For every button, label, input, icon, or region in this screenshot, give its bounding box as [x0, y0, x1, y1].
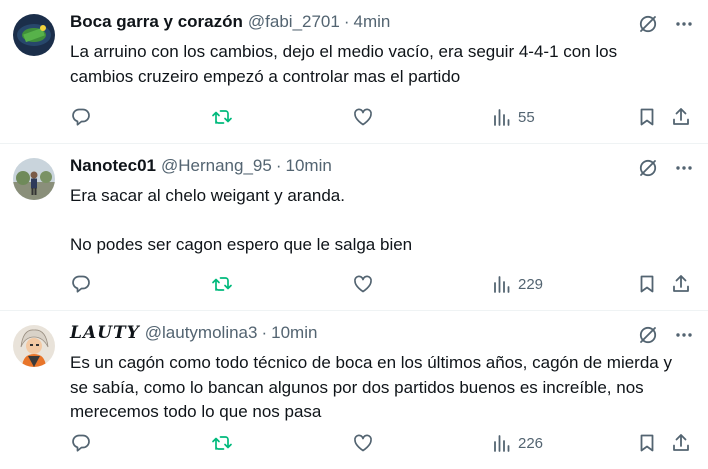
tweet[interactable]: Boca garra y corazón @fabi_2701 · 4min L…: [0, 0, 708, 144]
tweet-paragraph: Es un cagón como todo técnico de boca en…: [70, 353, 672, 421]
tweet-header: LAUTY @lautymolina3 · 10min: [70, 323, 692, 351]
tweet-header: Boca garra y corazón @fabi_2701 · 4min: [70, 12, 692, 40]
tweet-paragraph: No podes ser cagon espero que le salga b…: [70, 234, 413, 254]
views-count: 229: [518, 275, 544, 293]
like-button[interactable]: [352, 432, 374, 454]
reply-button[interactable]: [70, 273, 92, 295]
heart-icon: [354, 434, 372, 452]
retweet-icon: [212, 110, 232, 124]
action-bar: 229: [70, 272, 692, 296]
reply-icon: [72, 434, 90, 452]
share-button[interactable]: [670, 273, 692, 295]
retweet-icon: [212, 277, 232, 291]
bookmark-icon: [640, 434, 654, 452]
bookmark-icon: [640, 275, 654, 293]
separator-dot: ·: [261, 323, 268, 342]
separator-dot: ·: [275, 156, 282, 175]
separator-dot: ·: [343, 12, 350, 31]
retweet-button[interactable]: [211, 106, 233, 128]
tweet-paragraph: Era sacar al chelo weigant y aranda.: [70, 186, 345, 205]
views-count: 55: [518, 108, 535, 126]
user-handle[interactable]: @Hernang_95: [161, 156, 272, 176]
timestamp[interactable]: 10min: [271, 323, 317, 343]
reply-button[interactable]: [70, 432, 92, 454]
tweet-top-icons: [638, 158, 694, 183]
more-dots-icon[interactable]: [674, 14, 694, 39]
views-bar-chart-icon: [494, 109, 510, 126]
retweet-icon: [212, 436, 232, 450]
grok-slash-icon[interactable]: [638, 158, 658, 183]
tweet[interactable]: Nanotec01 @Hernang_95 · 10min Era sacar …: [0, 144, 708, 311]
grok-slash-icon[interactable]: [638, 14, 658, 39]
retweet-button[interactable]: [211, 273, 233, 295]
tweet-text: La arruino con los cambios, dejo el medi…: [70, 40, 692, 89]
reply-feed: Boca garra y corazón @fabi_2701 · 4min L…: [0, 0, 708, 469]
views-button[interactable]: 229: [492, 274, 543, 294]
heart-icon: [354, 275, 372, 293]
tweet-top-icons: [638, 14, 694, 39]
share-icon: [673, 108, 689, 125]
action-bar: 226: [70, 431, 692, 455]
tweet-header: Nanotec01 @Hernang_95 · 10min: [70, 156, 692, 184]
timestamp[interactable]: 4min: [354, 12, 391, 32]
grok-slash-icon[interactable]: [638, 325, 658, 350]
tweet-paragraph: La arruino con los cambios, dejo el medi…: [70, 42, 618, 86]
bookmark-button[interactable]: [636, 106, 658, 128]
bookmark-button[interactable]: [636, 432, 658, 454]
more-dots-icon[interactable]: [674, 325, 694, 350]
more-dots-icon[interactable]: [674, 158, 694, 183]
reply-icon: [72, 108, 90, 126]
share-icon: [673, 434, 689, 451]
user-handle[interactable]: @lautymolina3: [145, 323, 258, 343]
timestamp[interactable]: 10min: [286, 156, 332, 176]
user-handle[interactable]: @fabi_2701: [248, 12, 340, 32]
views-count: 226: [518, 434, 544, 452]
views-button[interactable]: 55: [492, 107, 535, 127]
action-bar: 55: [70, 105, 692, 129]
like-button[interactable]: [352, 273, 374, 295]
tweet[interactable]: LAUTY @lautymolina3 · 10min Es un cagón …: [0, 311, 708, 469]
bookmark-button[interactable]: [636, 273, 658, 295]
avatar[interactable]: [13, 325, 55, 367]
display-name[interactable]: LAUTY: [70, 323, 140, 343]
tweet-text: Era sacar al chelo weigant y aranda. No …: [70, 184, 692, 257]
reply-button[interactable]: [70, 106, 92, 128]
views-button[interactable]: 226: [492, 433, 543, 453]
bookmark-icon: [640, 108, 654, 126]
reply-icon: [72, 275, 90, 293]
heart-icon: [354, 108, 372, 126]
share-button[interactable]: [670, 432, 692, 454]
retweet-button[interactable]: [211, 432, 233, 454]
like-button[interactable]: [352, 106, 374, 128]
display-name[interactable]: Boca garra y corazón: [70, 12, 243, 32]
views-bar-chart-icon: [494, 276, 510, 293]
display-name[interactable]: Nanotec01: [70, 156, 156, 176]
tweet-top-icons: [638, 325, 694, 350]
share-icon: [673, 275, 689, 292]
avatar[interactable]: [13, 14, 55, 56]
views-bar-chart-icon: [494, 435, 510, 452]
share-button[interactable]: [670, 106, 692, 128]
avatar[interactable]: [13, 158, 55, 200]
tweet-text: Es un cagón como todo técnico de boca en…: [70, 351, 692, 425]
